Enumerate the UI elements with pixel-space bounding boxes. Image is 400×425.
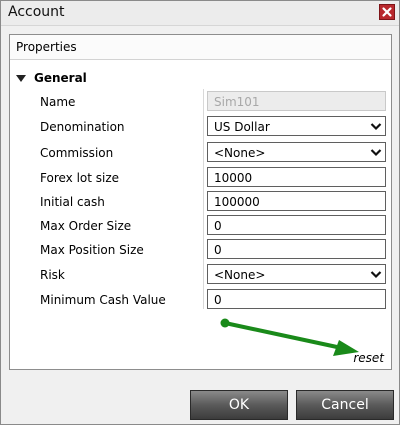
initial-cash-input[interactable]: 100000: [207, 191, 386, 211]
property-row-denomination: Denomination US Dollar: [10, 116, 391, 138]
title-bar: Account: [1, 1, 399, 26]
name-field: Sim101: [207, 91, 386, 111]
properties-header: Properties: [10, 35, 391, 60]
max-order-size-label: Max Order Size: [40, 219, 132, 233]
minimum-cash-value-value: 0: [214, 293, 222, 307]
ok-button[interactable]: OK: [190, 390, 288, 420]
denomination-value: US Dollar: [214, 120, 270, 134]
property-row-forex-lot-size: Forex lot size 10000: [10, 167, 391, 189]
initial-cash-value: 100000: [214, 195, 260, 209]
window-title: Account: [8, 4, 65, 20]
commission-label: Commission: [40, 146, 114, 160]
commission-value: <None>: [214, 146, 266, 160]
commission-select[interactable]: <None>: [207, 142, 386, 162]
chevron-down-icon: [370, 271, 382, 279]
forex-lot-size-label: Forex lot size: [40, 171, 120, 185]
properties-panel: Properties General Name Sim101 Denominat…: [9, 34, 392, 370]
name-label: Name: [40, 95, 76, 109]
max-position-size-label: Max Position Size: [40, 243, 144, 257]
reset-link[interactable]: reset: [353, 351, 384, 365]
cancel-button[interactable]: Cancel: [296, 390, 394, 420]
property-row-initial-cash: Initial cash 100000: [10, 191, 391, 213]
max-order-size-input[interactable]: 0: [207, 215, 386, 235]
max-position-size-value: 0: [214, 243, 222, 257]
risk-label: Risk: [40, 268, 65, 282]
chevron-down-icon: [370, 149, 382, 157]
property-row-minimum-cash-value: Minimum Cash Value 0: [10, 289, 391, 311]
property-row-commission: Commission <None>: [10, 142, 391, 164]
close-icon: [382, 7, 392, 17]
forex-lot-size-input[interactable]: 10000: [207, 167, 386, 187]
property-row-max-order-size: Max Order Size 0: [10, 215, 391, 237]
properties-header-label: Properties: [16, 40, 77, 54]
name-value: Sim101: [214, 95, 260, 109]
max-position-size-input[interactable]: 0: [207, 239, 386, 259]
property-row-risk: Risk <None>: [10, 264, 391, 286]
minimum-cash-value-label: Minimum Cash Value: [40, 293, 166, 307]
denomination-select[interactable]: US Dollar: [207, 116, 386, 136]
max-order-size-value: 0: [214, 219, 222, 233]
account-dialog: Account Properties General Name Sim101 D…: [0, 0, 400, 425]
property-row-max-position-size: Max Position Size 0: [10, 239, 391, 261]
forex-lot-size-value: 10000: [214, 171, 253, 185]
minimum-cash-value-input[interactable]: 0: [207, 289, 386, 309]
group-general-label: General: [34, 71, 87, 85]
triangle-down-icon: [16, 75, 26, 82]
risk-value: <None>: [214, 268, 266, 282]
property-row-name: Name Sim101: [10, 91, 391, 113]
denomination-label: Denomination: [40, 120, 125, 134]
initial-cash-label: Initial cash: [40, 195, 105, 209]
risk-select[interactable]: <None>: [207, 264, 386, 284]
close-button[interactable]: [379, 4, 395, 20]
chevron-down-icon: [370, 123, 382, 131]
